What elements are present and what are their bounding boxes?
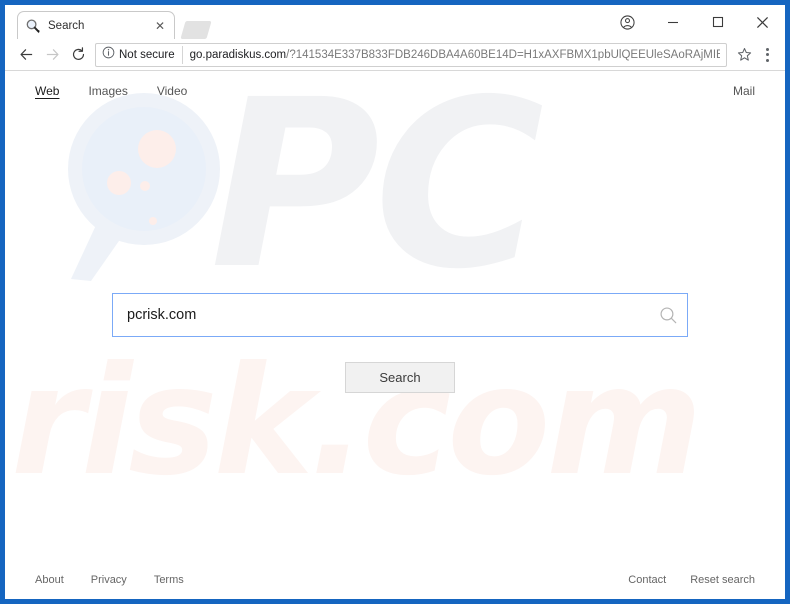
- info-circle-icon: [102, 46, 115, 64]
- search-button[interactable]: Search: [345, 362, 455, 393]
- browser-tab-search[interactable]: Search ✕: [17, 11, 175, 39]
- three-dots-icon[interactable]: [757, 43, 777, 67]
- minimize-icon[interactable]: [650, 6, 695, 38]
- tab-strip: Search ✕: [5, 5, 785, 39]
- browser-window: Search ✕ Not secure go.paradiskus.com/?1…: [5, 5, 785, 599]
- maximize-icon[interactable]: [695, 6, 740, 38]
- back-icon[interactable]: [13, 42, 39, 68]
- forward-icon: [39, 42, 65, 68]
- browser-toolbar: Not secure go.paradiskus.com/?141534E337…: [5, 39, 785, 71]
- star-icon[interactable]: [733, 44, 755, 66]
- footer-link-reset-search[interactable]: Reset search: [690, 574, 755, 586]
- footer-link-contact[interactable]: Contact: [628, 574, 666, 586]
- search-input[interactable]: [113, 294, 649, 336]
- person-circle-icon[interactable]: [605, 6, 650, 38]
- url-text: go.paradiskus.com/?141534E337B833FDB246D…: [190, 49, 720, 61]
- address-bar[interactable]: Not secure go.paradiskus.com/?141534E337…: [95, 42, 727, 67]
- page-content: PC risk.com Web Images Video Mail pcrisk…: [5, 71, 785, 598]
- search-icon[interactable]: [649, 306, 687, 325]
- footer-links-right: Contact Reset search: [628, 574, 755, 586]
- reload-icon[interactable]: [65, 42, 91, 68]
- url-domain: go.paradiskus.com: [189, 48, 287, 61]
- tab-title: Search: [48, 19, 85, 32]
- security-status-label: Not secure: [119, 48, 175, 61]
- footer-link-about[interactable]: About: [35, 574, 64, 586]
- footer-link-terms[interactable]: Terms: [154, 574, 184, 586]
- new-tab-button[interactable]: [180, 21, 212, 39]
- screenshot-blue-frame: Search ✕ Not secure go.paradiskus.com/?1…: [0, 0, 790, 604]
- search-box[interactable]: [112, 293, 688, 337]
- page-footer: About Privacy Terms Contact Reset search: [5, 562, 785, 598]
- search-area: Search: [5, 71, 785, 598]
- close-icon[interactable]: [740, 6, 785, 38]
- magnifier-icon: [25, 18, 41, 34]
- footer-link-privacy[interactable]: Privacy: [91, 574, 127, 586]
- url-path: /?141534E337B833FDB246DBA4A60BE14D=H1xAX…: [286, 48, 720, 61]
- security-status[interactable]: Not secure: [102, 45, 183, 64]
- footer-links-left: About Privacy Terms: [35, 574, 184, 586]
- close-icon[interactable]: ✕: [153, 19, 167, 33]
- window-controls: [605, 5, 785, 39]
